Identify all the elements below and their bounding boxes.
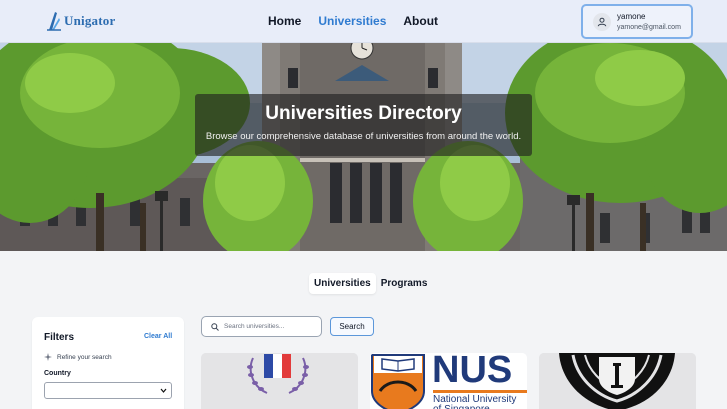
- hero-caption: Universities Directory Browse our compre…: [195, 94, 532, 156]
- user-name: yamone: [617, 11, 646, 21]
- tab-programs[interactable]: Programs: [376, 273, 433, 294]
- top-navbar: Unigator Home Universities About yamone …: [0, 0, 727, 43]
- country-label: Country: [44, 370, 71, 377]
- user-icon: [597, 17, 607, 26]
- logo-text: Unigator: [64, 13, 116, 28]
- university-card[interactable]: [539, 353, 696, 409]
- tab-universities[interactable]: Universities: [309, 273, 376, 294]
- search-icon: [211, 322, 219, 331]
- black-crest-logo: [539, 353, 696, 409]
- nus-subtitle: National University of Singapore: [433, 390, 527, 409]
- search-placeholder: Search universities...: [224, 323, 285, 330]
- logo[interactable]: Unigator: [46, 10, 115, 32]
- refine-label: Refine your search: [57, 353, 112, 361]
- nus-wordmark: NUS: [432, 353, 513, 391]
- country-select[interactable]: [44, 382, 172, 399]
- user-menu-button[interactable]: yamone yamone@gmail.com: [581, 4, 693, 39]
- university-card[interactable]: [201, 353, 358, 409]
- page-title: Universities Directory: [265, 103, 462, 124]
- search-input[interactable]: Search universities...: [201, 316, 322, 337]
- nav-universities[interactable]: Universities: [318, 14, 386, 28]
- university-card[interactable]: NUS National University of Singapore: [370, 353, 527, 409]
- avatar: [593, 12, 611, 31]
- nav-home[interactable]: Home: [268, 14, 301, 28]
- search-button[interactable]: Search: [330, 317, 374, 336]
- clear-all-link[interactable]: Clear All: [144, 333, 172, 340]
- page-subtitle: Browse our comprehensive database of uni…: [205, 131, 522, 142]
- filters-title: Filters: [44, 332, 75, 343]
- filters-panel: Filters Clear All Refine your search Cou…: [32, 317, 184, 409]
- user-info: yamone yamone@gmail.com: [617, 11, 681, 33]
- hero-banner: Universities Directory Browse our compre…: [0, 43, 727, 251]
- directory-tabs: Universities Programs: [309, 273, 432, 294]
- main-nav: Home Universities About: [268, 14, 438, 28]
- user-email: yamone@gmail.com: [617, 23, 681, 31]
- sparkle-icon: [44, 353, 52, 361]
- refine-hint: Refine your search: [44, 353, 112, 361]
- chevron-down-icon: [160, 388, 167, 393]
- logo-book-icon: [47, 12, 61, 31]
- nav-about[interactable]: About: [403, 14, 438, 28]
- laurel-crest-logo: [201, 353, 358, 409]
